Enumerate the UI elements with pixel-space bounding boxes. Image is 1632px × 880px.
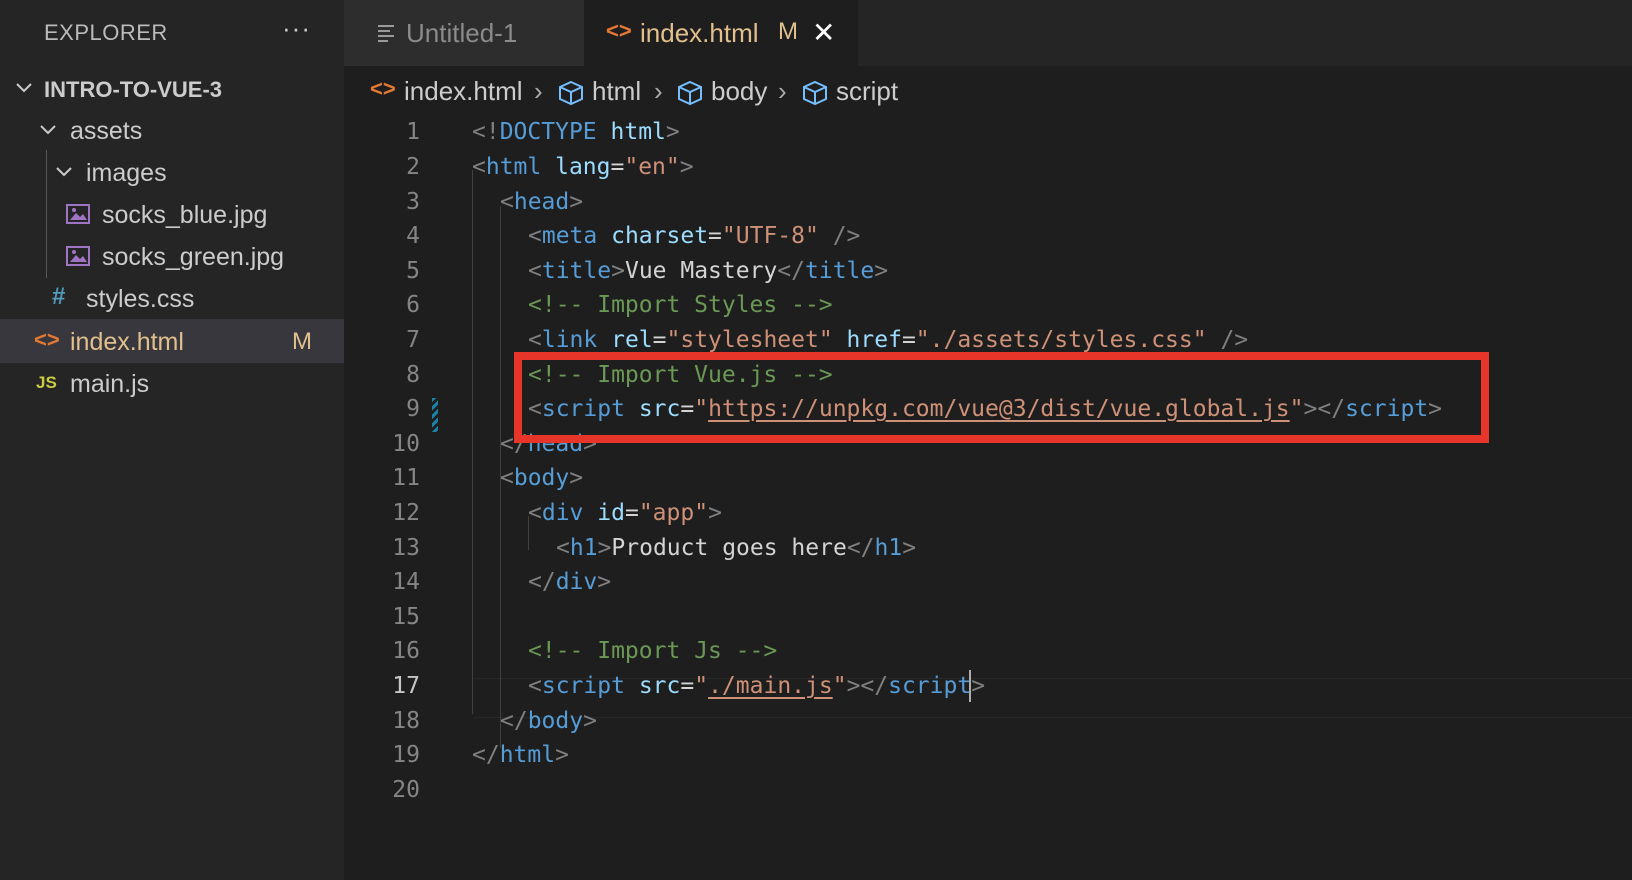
code-editor[interactable]: 1 2 3 4 5 6 7 8 9 10 11 12 13 14 15 16 1…	[344, 114, 1632, 880]
js-file-icon: JS	[36, 373, 57, 392]
breadcrumb-body[interactable]: body	[711, 76, 767, 107]
indent-guide	[46, 192, 47, 236]
text-file-icon	[378, 25, 394, 42]
explorer-title: EXPLORER	[44, 20, 168, 45]
indent-guide	[46, 234, 47, 278]
code-line-6: <!-- Import Styles -->	[528, 292, 833, 318]
file-socks-green[interactable]: socks_green.jpg	[0, 234, 344, 278]
code-line-1: <!DOCTYPE html>	[472, 119, 680, 145]
code-line-16: <!-- Import Js -->	[528, 638, 778, 664]
image-file-icon	[66, 204, 90, 224]
breadcrumb-separator: ›	[654, 76, 663, 106]
folder-label: images	[86, 159, 167, 187]
file-label: index.html	[70, 328, 184, 356]
chevron-down-icon	[56, 167, 72, 177]
chevron-down-icon	[16, 83, 32, 93]
line-number: 14	[392, 569, 420, 595]
file-styles-css[interactable]: # styles.css	[0, 276, 344, 320]
line-number: 3	[406, 189, 420, 215]
symbol-element-icon	[559, 80, 583, 106]
code-line-18: </body>	[500, 708, 597, 734]
breadcrumb-file[interactable]: index.html	[404, 76, 523, 107]
line-number: 18	[392, 708, 420, 734]
line-number: 7	[406, 327, 420, 353]
breadcrumb-separator: ›	[778, 76, 787, 106]
gutter-modified-indicator	[432, 398, 438, 432]
line-number: 12	[392, 500, 420, 526]
folder-label: INTRO-TO-VUE-3	[44, 77, 223, 102]
code-line-17: <script src="./main.js"></script>	[528, 673, 986, 699]
tab-untitled-1[interactable]: Untitled-1	[344, 0, 584, 66]
close-icon[interactable]: ✕	[812, 16, 835, 49]
line-number: 16	[392, 638, 420, 664]
code-line-19: </html>	[472, 742, 569, 768]
line-number: 15	[392, 604, 420, 630]
explorer-header: EXPLORER ···	[0, 0, 344, 66]
symbol-element-icon	[678, 80, 702, 106]
more-actions-icon[interactable]: ···	[282, 13, 311, 44]
folder-label: assets	[70, 117, 143, 145]
line-number: 4	[406, 223, 420, 249]
file-index-html[interactable]: <> index.html M	[0, 319, 344, 363]
line-number: 5	[406, 258, 420, 284]
line-number: 9	[406, 396, 420, 422]
modified-badge: M	[292, 328, 312, 355]
chevron-down-icon	[40, 125, 56, 135]
text-cursor	[969, 670, 971, 702]
folder-images[interactable]: images	[0, 150, 344, 194]
code-line-5: <title>Vue Mastery</title>	[528, 258, 889, 284]
line-number-current: 17	[392, 673, 420, 699]
file-label: socks_blue.jpg	[102, 201, 268, 229]
tab-label: Untitled-1	[406, 18, 518, 48]
line-number: 11	[392, 465, 420, 491]
script-src-link[interactable]: ./main.js	[708, 673, 833, 699]
line-number: 8	[406, 362, 420, 388]
line-number: 19	[392, 742, 420, 768]
breadcrumb-separator: ›	[534, 76, 543, 106]
html-file-icon: <>	[34, 327, 60, 352]
file-label: styles.css	[86, 285, 195, 313]
tab-bar: Untitled-1 <> index.html M ✕	[344, 0, 1632, 66]
image-file-icon	[66, 246, 90, 266]
modified-badge: M	[778, 18, 798, 45]
tab-label: index.html	[640, 18, 759, 48]
indent-guide	[46, 150, 47, 194]
html-file-icon: <>	[370, 76, 396, 101]
line-number: 13	[392, 535, 420, 561]
code-line-12: <div id="app">	[528, 500, 722, 526]
code-line-3: <head>	[500, 189, 584, 215]
html-file-icon: <>	[606, 18, 632, 43]
code-line-14: </div>	[528, 569, 612, 595]
file-label: socks_green.jpg	[102, 243, 285, 271]
code-line-2: <html lang="en">	[472, 154, 694, 180]
symbol-element-icon	[803, 80, 827, 106]
folder-assets[interactable]: assets	[0, 108, 344, 152]
folder-root-intro-to-vue-3[interactable]: INTRO-TO-VUE-3	[0, 66, 344, 110]
line-number: 6	[406, 292, 420, 318]
code-line-13: <h1>Product goes here</h1>	[556, 535, 917, 561]
tab-index-html[interactable]: <> index.html M ✕	[584, 0, 858, 66]
breadcrumb-script[interactable]: script	[836, 76, 898, 107]
file-label: main.js	[70, 370, 150, 398]
line-number: 2	[406, 154, 420, 180]
line-number: 1	[406, 119, 420, 145]
file-socks-blue[interactable]: socks_blue.jpg	[0, 192, 344, 236]
file-main-js[interactable]: JS main.js	[0, 361, 344, 405]
line-number: 10	[392, 431, 420, 457]
annotation-highlight-box	[514, 352, 1489, 443]
breadcrumb: <> index.html › html › body › script	[344, 70, 1632, 114]
indent-guide	[472, 482, 473, 714]
line-number: 20	[392, 777, 420, 803]
code-line-11: <body>	[500, 465, 584, 491]
breadcrumb-html[interactable]: html	[592, 76, 641, 107]
code-line-4: <meta charset="UTF-8" />	[528, 223, 861, 249]
css-file-icon: #	[52, 283, 66, 310]
indent-guide	[472, 170, 473, 518]
explorer-sidebar: EXPLORER ··· INTRO-TO-VUE-3 assets image…	[0, 0, 344, 880]
